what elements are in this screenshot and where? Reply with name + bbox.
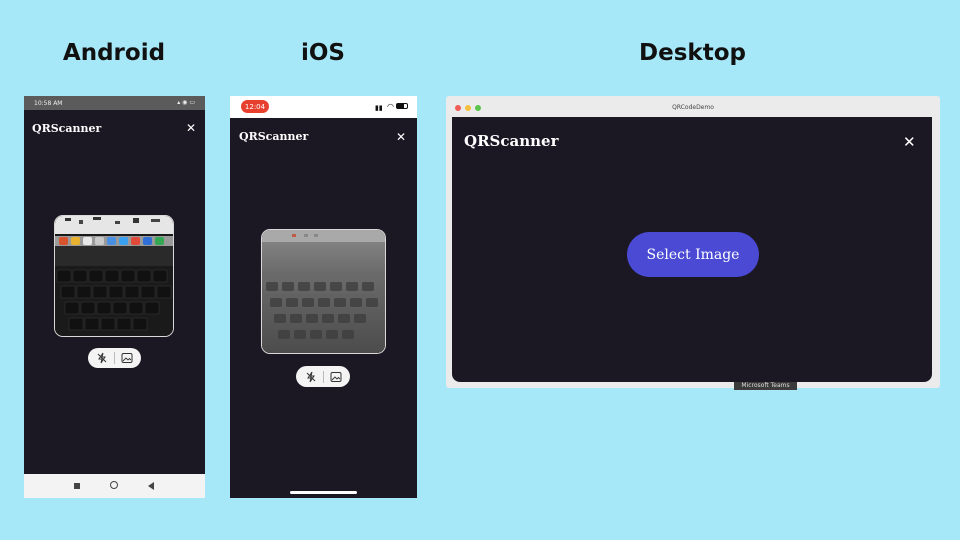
toolbar-divider xyxy=(114,352,115,364)
square-icon[interactable] xyxy=(74,483,80,489)
image-icon[interactable] xyxy=(120,351,134,365)
ios-heading: iOS xyxy=(300,40,345,66)
image-icon[interactable] xyxy=(329,370,343,384)
close-icon[interactable]: ✕ xyxy=(396,131,406,143)
tooltip: Microsoft Teams xyxy=(734,382,797,390)
status-icons: ▴ ◉ ▭ xyxy=(177,99,195,106)
app-title: QRScanner xyxy=(464,132,559,150)
battery-icon xyxy=(396,103,408,109)
wifi-icon: ◠ xyxy=(387,102,394,111)
close-icon[interactable]: ✕ xyxy=(186,122,196,134)
window-title: QRCodeDemo xyxy=(672,104,714,111)
select-image-button[interactable]: Select Image xyxy=(627,232,759,277)
android-screen: 10:58 AM ▴ ◉ ▭ QRScanner ✕ xyxy=(24,96,205,498)
camera-preview xyxy=(54,215,174,337)
app-title: QRScanner xyxy=(239,130,309,143)
desktop-window: QRCodeDemo QRScanner ✕ Select Image Micr… xyxy=(446,96,940,390)
android-nav-bar xyxy=(24,474,205,498)
app-title: QRScanner xyxy=(32,122,102,135)
camera-preview xyxy=(261,229,386,354)
android-status-bar: 10:58 AM ▴ ◉ ▭ xyxy=(24,96,205,110)
status-time: 10:58 AM xyxy=(34,100,63,107)
triangle-back-icon[interactable] xyxy=(148,482,154,490)
camera-toolbar xyxy=(88,348,141,368)
close-icon[interactable]: ✕ xyxy=(903,135,916,150)
android-heading: Android xyxy=(62,40,166,66)
camera-toolbar xyxy=(296,366,350,387)
flash-off-icon[interactable] xyxy=(95,351,109,365)
toolbar-divider xyxy=(322,370,324,383)
ios-status-bar: 12:04 ▮▮ ◠ xyxy=(230,96,417,118)
circle-icon[interactable] xyxy=(110,481,118,489)
status-time: 12:04 xyxy=(241,100,269,113)
signal-icon: ▮▮ xyxy=(375,104,383,112)
flash-off-icon[interactable] xyxy=(304,370,318,384)
ios-screen: 12:04 ▮▮ ◠ QRScanner ✕ xyxy=(230,96,417,498)
desktop-app-content: QRScanner ✕ Select Image xyxy=(452,117,932,382)
home-indicator xyxy=(290,491,357,494)
window-titlebar: QRCodeDemo xyxy=(446,96,940,117)
desktop-heading: Desktop xyxy=(639,40,746,66)
